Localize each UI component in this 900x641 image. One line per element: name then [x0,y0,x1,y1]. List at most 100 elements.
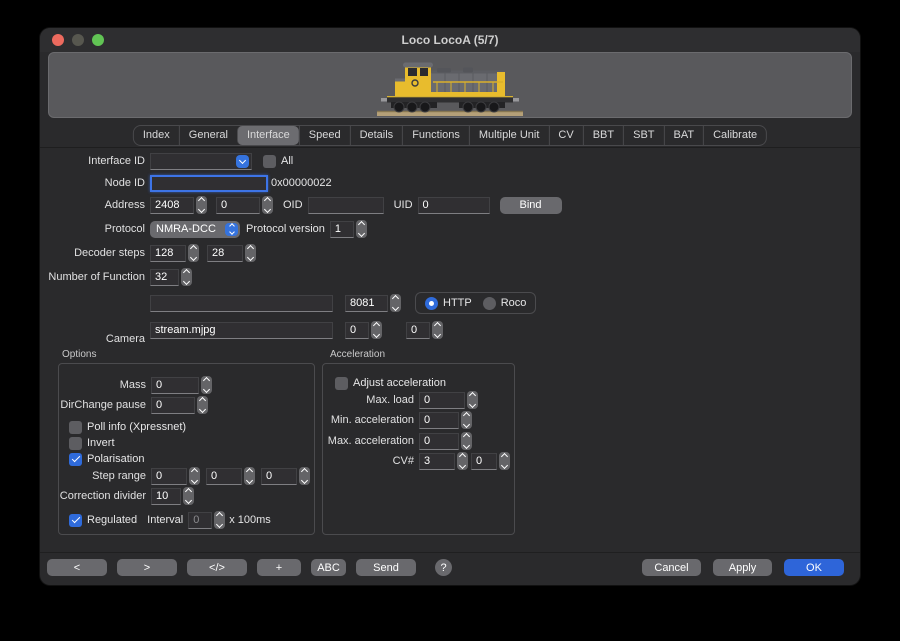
regulated-row: Regulated Interval 0 x 100ms [69,511,271,529]
max-load-stepper[interactable] [467,391,478,409]
zoom-button[interactable] [92,34,104,46]
poll-info-checkbox[interactable] [69,421,82,434]
min-acceleration-stepper[interactable] [461,411,472,429]
node-id-input[interactable] [150,175,268,192]
decoder-steps-input[interactable]: 128 [150,245,186,262]
max-acceleration-input[interactable]: 0 [419,433,459,450]
tab-general[interactable]: General [179,126,237,145]
interface-id-dropdown[interactable] [150,153,252,170]
invert-checkbox[interactable] [69,437,82,450]
camera-stream-row: stream.mjpg 0 0 [40,321,443,339]
footer-separator [40,552,860,553]
min-acceleration-input[interactable]: 0 [419,412,459,429]
protocol-version-input[interactable]: 1 [330,221,354,238]
tab-bar: Index General Interface Speed Details Fu… [133,125,767,146]
send-button[interactable]: Send [356,559,416,576]
polarisation-checkbox[interactable] [69,453,82,466]
number-of-function-label: Number of Function [40,271,145,283]
protocol-dropdown[interactable]: NMRA-DCC [150,221,240,238]
step-range-3-stepper[interactable] [299,467,310,485]
regulated-checkbox[interactable] [69,514,82,527]
decoder-steps-stepper[interactable] [188,244,199,262]
mass-input[interactable]: 0 [151,377,199,394]
tab-cv[interactable]: CV [548,126,582,145]
abc-button[interactable]: ABC [311,559,346,576]
loco-dialog-window: Loco LocoA (5/7) [40,28,860,585]
tab-bat[interactable]: BAT [664,126,704,145]
camera-protocol-radio-group: HTTP Roco [415,292,536,314]
camera-y-stepper[interactable] [432,321,443,339]
address2-input[interactable]: 0 [216,197,260,214]
camera-url-input[interactable] [150,295,333,312]
prev-loco-button[interactable]: < [47,559,107,576]
step-range-1-input[interactable]: 0 [151,468,187,485]
max-load-input[interactable]: 0 [419,392,465,409]
address2-stepper[interactable] [262,196,273,214]
cv-stepper[interactable] [457,452,468,470]
interval-stepper[interactable] [214,511,225,529]
code-button[interactable]: </> [187,559,247,576]
cv-input[interactable]: 3 [419,453,455,470]
step-range-2-stepper[interactable] [244,467,255,485]
decoder-steps2-stepper[interactable] [245,244,256,262]
tab-index[interactable]: Index [134,126,179,145]
max-acceleration-stepper[interactable] [461,432,472,450]
tab-speed[interactable]: Speed [299,126,350,145]
protocol-version-stepper[interactable] [356,220,367,238]
apply-button[interactable]: Apply [713,559,772,576]
camera-stream-input[interactable]: stream.mjpg [150,322,333,339]
mass-label: Mass [59,379,146,391]
protocol-version-label: Protocol version [246,223,325,235]
mass-stepper[interactable] [201,376,212,394]
all-checkbox[interactable] [263,155,276,168]
tab-calibrate[interactable]: Calibrate [703,126,766,145]
footer-left-buttons: < > </> + ABC Send ? [47,559,452,576]
step-range-2-input[interactable]: 0 [206,468,242,485]
cv2-input[interactable]: 0 [471,453,497,470]
node-id-hex: 0x00000022 [271,177,332,189]
step-range-3-input[interactable]: 0 [261,468,297,485]
oid-input[interactable] [308,197,384,214]
camera-port-input[interactable]: 8081 [345,295,388,312]
oid-label: OID [283,199,303,211]
uid-label: UID [394,199,413,211]
ok-button[interactable]: OK [784,559,844,576]
tab-interface[interactable]: Interface [237,126,299,145]
number-of-function-input[interactable]: 32 [150,269,179,286]
camera-x-stepper[interactable] [371,321,382,339]
correction-divider-input[interactable]: 10 [151,488,181,505]
step-range-1-stepper[interactable] [189,467,200,485]
correction-divider-stepper[interactable] [183,487,194,505]
tab-sbt[interactable]: SBT [623,126,663,145]
max-load-row: Max. load 0 [323,391,478,409]
camera-y-input[interactable]: 0 [406,322,430,339]
window-controls [52,34,104,46]
http-radio[interactable] [425,297,438,310]
cancel-button[interactable]: Cancel [642,559,701,576]
tab-details[interactable]: Details [350,126,403,145]
uid-input[interactable]: 0 [418,197,490,214]
tab-multiple-unit[interactable]: Multiple Unit [469,126,549,145]
decoder-steps2-input[interactable]: 28 [207,245,243,262]
help-button[interactable]: ? [435,559,452,576]
close-button[interactable] [52,34,64,46]
tab-bbt[interactable]: BBT [583,126,623,145]
roco-radio[interactable] [483,297,496,310]
address-input[interactable]: 2408 [150,197,194,214]
tab-functions[interactable]: Functions [402,126,469,145]
interval-input[interactable]: 0 [188,512,212,529]
number-of-function-stepper[interactable] [181,268,192,286]
next-loco-button[interactable]: > [117,559,177,576]
adjust-acceleration-checkbox[interactable] [335,377,348,390]
camera-x-input[interactable]: 0 [345,322,369,339]
dirchange-input[interactable]: 0 [151,397,195,414]
bind-button[interactable]: Bind [500,197,562,214]
dirchange-stepper[interactable] [197,396,208,414]
camera-port-stepper[interactable] [390,294,401,312]
minimize-button[interactable] [72,34,84,46]
add-button[interactable]: + [257,559,301,576]
interface-id-label: Interface ID [40,155,145,167]
address-stepper[interactable] [196,196,207,214]
cv2-stepper[interactable] [499,452,510,470]
locomotive-image [375,55,525,117]
